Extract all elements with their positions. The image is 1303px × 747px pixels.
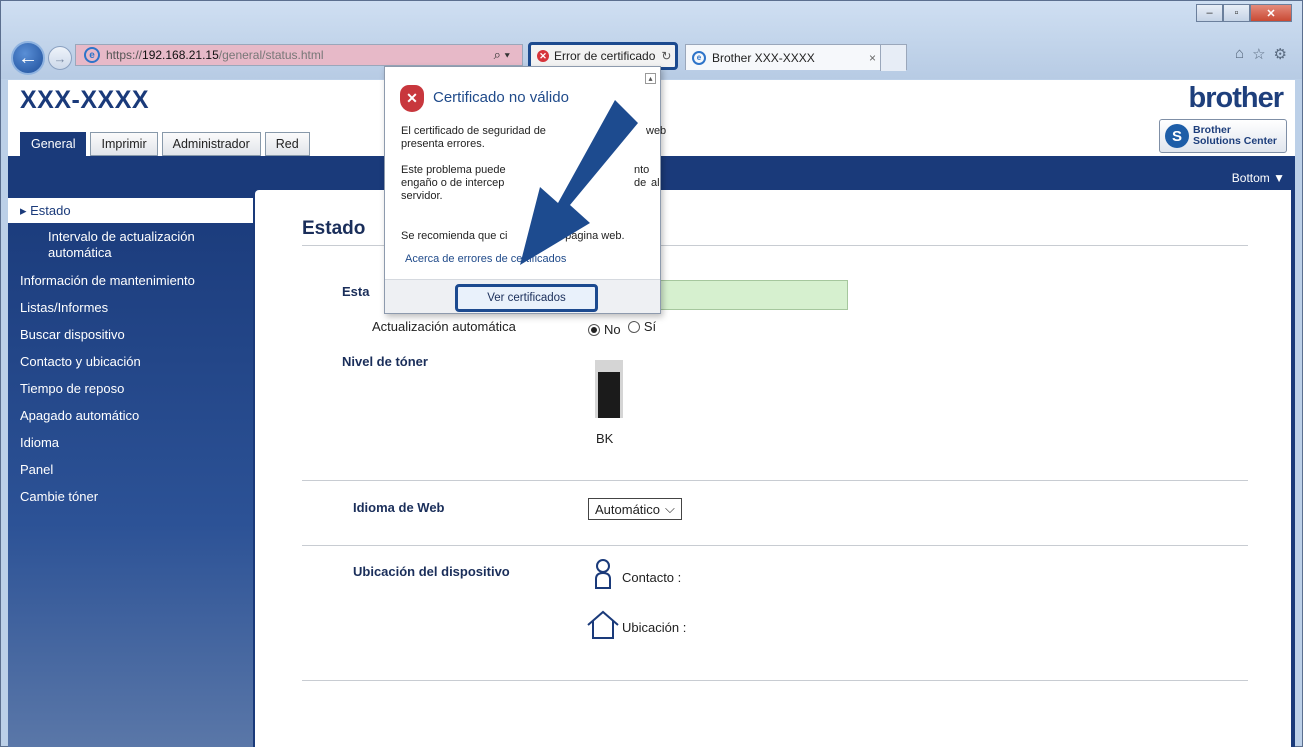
model-title: XXX-XXXX [20,86,150,114]
tab-red[interactable]: Red [264,132,310,156]
tab-title: Brother XXX-XXXX [712,50,815,65]
solutions-center-button[interactable]: S Brother Solutions Center [1159,119,1287,153]
chevron-down-icon: ⌵ [665,501,675,516]
sidebar-item-intervalo[interactable]: Intervalo de actualización automática [8,229,253,261]
view-certificates-button[interactable]: Ver certificados [455,284,598,312]
shield-error-icon: ✕ [400,85,424,112]
url-prefix: https:// [106,48,143,62]
certificate-error-label: Error de certificado [554,49,656,63]
radio-si[interactable]: Sí [627,319,657,334]
search-icon[interactable]: ⌕ ▾ [494,47,510,63]
person-icon [595,559,611,589]
web-language-label: Idioma de Web [353,500,445,515]
solutions-s-icon: S [1165,124,1189,148]
sidebar-item-estado[interactable]: ▸ Estado [8,198,253,223]
back-arrow-icon: ← [18,46,38,69]
radio-si-circle[interactable] [627,320,640,333]
radio-no[interactable]: No [588,322,621,337]
maximize-button[interactable]: ▫ [1223,4,1250,22]
auto-update-label: Actualización automática [372,319,516,334]
toner-label: Nivel de tóner [342,354,428,369]
divider [302,480,1248,481]
url-host: 192.168.21.15 [142,48,219,62]
forward-arrow-icon: → [53,50,67,66]
status-label: Esta [342,284,370,299]
forward-button[interactable]: → [48,46,72,70]
close-button[interactable]: ✕ [1250,4,1292,22]
sidebar-item-panel[interactable]: Panel [8,462,253,477]
toolbar-icons: ⌂ ☆ ⚙ [1235,45,1287,63]
web-language-value: Automático [595,501,661,517]
sidebar-item-toner[interactable]: Cambie tóner [8,489,253,504]
popup-text: engaño o de intercep [401,177,505,189]
sidebar-item-apagado[interactable]: Apagado automático [8,408,253,423]
radio-si-label: Sí [643,319,657,334]
sidebar: ▸ Estado Intervalo de actualización auto… [8,188,253,747]
page-title: Estado [302,218,366,239]
new-tab-button[interactable] [880,45,906,71]
contact-label: Contacto : [622,570,682,585]
favorites-star-icon[interactable]: ☆ [1252,45,1265,63]
tab-administrador[interactable]: Administrador [161,132,261,156]
radio-no-label: No [604,322,621,337]
ie-icon: e [84,47,100,63]
url-path: /general/status.html [218,48,324,62]
web-language-select[interactable]: Automático ⌵ [588,498,682,520]
tab-close-icon[interactable]: × [869,51,876,65]
home-icon[interactable]: ⌂ [1235,45,1244,63]
toner-color-label: BK [596,431,614,446]
annotation-arrow-icon [520,100,638,265]
reload-icon[interactable]: ↻ [661,49,671,63]
toner-bar [595,360,623,418]
popup-text: Este problema puede [401,164,506,176]
divider [302,545,1248,546]
bottom-link[interactable]: Bottom ▼ [1232,171,1285,185]
sidebar-item-buscar[interactable]: Buscar dispositivo [8,327,253,342]
tab-imprimir[interactable]: Imprimir [90,132,158,156]
popup-text: presenta errores. [401,138,485,150]
address-bar[interactable]: e https://192.168.21.15/general/status.h… [75,44,523,66]
sidebar-item-listas[interactable]: Listas/Informes [8,300,253,315]
popup-text: servidor. [401,190,443,202]
back-button[interactable]: ← [11,41,45,75]
scroll-up-icon[interactable]: ▴ [645,73,656,84]
browser-tab[interactable]: e Brother XXX-XXXX × [685,44,907,71]
home-location-icon [587,610,619,639]
divider [302,680,1248,681]
radio-no-circle[interactable] [588,323,600,336]
popup-text: al [651,177,660,189]
toner-fill [598,371,620,418]
error-icon: ✕ [537,50,549,62]
brother-logo: brother [1188,82,1284,114]
window-controls: – ▫ ✕ [1196,4,1292,22]
popup-text: Se recomienda que ci [401,230,508,242]
tab-ie-icon: e [692,50,706,65]
minimize-button[interactable]: – [1196,4,1223,22]
sidebar-item-mantenimiento[interactable]: Información de mantenimiento [8,273,253,288]
settings-gear-icon[interactable]: ⚙ [1274,45,1287,63]
solutions-line2: Solutions Center [1193,135,1278,147]
sidebar-item-contacto[interactable]: Contacto y ubicación [8,354,253,369]
location-label: Ubicación : [622,620,687,635]
sidebar-item-idioma[interactable]: Idioma [8,435,253,450]
tab-general[interactable]: General [20,132,87,156]
page-tabs: General Imprimir Administrador Red [20,132,310,156]
device-location-label: Ubicación del dispositivo [353,564,510,579]
sidebar-item-reposo[interactable]: Tiempo de reposo [8,381,253,396]
auto-update-radios: No Sí [588,319,656,337]
